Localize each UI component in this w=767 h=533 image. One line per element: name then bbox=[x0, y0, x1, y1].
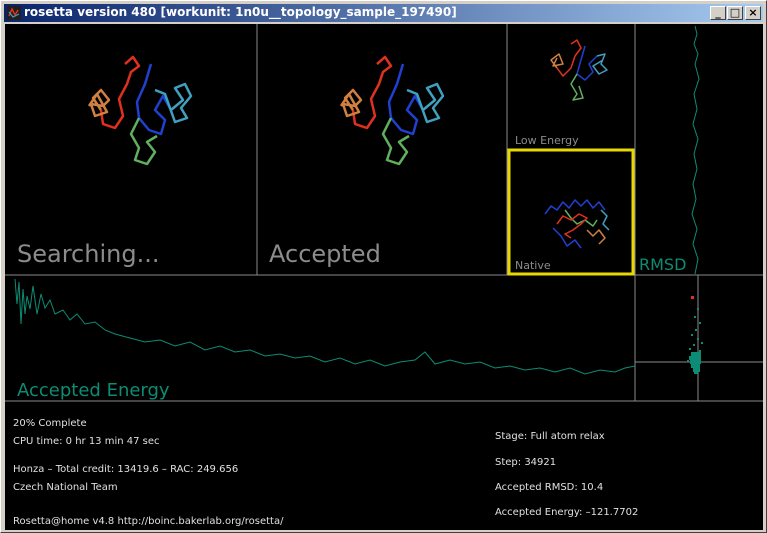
step-text: Step: 34921 bbox=[495, 457, 556, 468]
minimize-button[interactable]: _ bbox=[710, 6, 726, 20]
team-text: Czech National Team bbox=[13, 482, 118, 493]
rosetta-window: rosetta version 480 [workunit: 1n0u__top… bbox=[0, 0, 767, 533]
window-title: rosetta version 480 [workunit: 1n0u__top… bbox=[24, 5, 457, 19]
minimize-icon: _ bbox=[715, 6, 721, 19]
progress-text: 20% Complete bbox=[13, 418, 87, 429]
maximize-icon: □ bbox=[729, 6, 741, 19]
native-protein bbox=[544, 199, 610, 249]
panel-grid bbox=[5, 24, 763, 402]
stage-text: Stage: Full atom relax bbox=[495, 431, 605, 442]
rosetta-graphics: Searching... Accepted Low Energy Native … bbox=[5, 24, 763, 527]
rmsd-trace bbox=[691, 25, 700, 275]
accepted-label: Accepted bbox=[269, 240, 381, 268]
searching-protein bbox=[87, 55, 193, 166]
footer-text: Rosetta@home v4.8 http://boinc.bakerlab.… bbox=[13, 516, 284, 527]
accepted-energy-trace bbox=[14, 278, 636, 375]
low-energy-protein bbox=[550, 39, 608, 101]
rmsd-label: RMSD bbox=[639, 255, 686, 274]
native-label: Native bbox=[515, 259, 551, 272]
native-highlight-frame bbox=[507, 148, 635, 276]
close-icon: × bbox=[748, 6, 758, 19]
cpu-time-text: CPU time: 0 hr 13 min 47 sec bbox=[13, 436, 160, 447]
searching-label: Searching... bbox=[17, 240, 159, 268]
user-credit-text: Honza – Total credit: 13419.6 – RAC: 249… bbox=[13, 464, 238, 475]
app-icon bbox=[7, 6, 21, 20]
accepted-protein bbox=[339, 55, 445, 166]
low-energy-label: Low Energy bbox=[515, 134, 579, 147]
title-bar[interactable]: rosetta version 480 [workunit: 1n0u__top… bbox=[4, 4, 763, 22]
maximize-button[interactable]: □ bbox=[727, 6, 743, 20]
accepted-rmsd-text: Accepted RMSD: 10.4 bbox=[495, 482, 603, 493]
accepted-energy-label: Accepted Energy bbox=[17, 380, 170, 401]
close-button[interactable]: × bbox=[745, 6, 761, 20]
accepted-energy-text: Accepted Energy: –121.7702 bbox=[495, 507, 638, 518]
graphics-area: Searching... Accepted Low Energy Native … bbox=[5, 24, 763, 530]
